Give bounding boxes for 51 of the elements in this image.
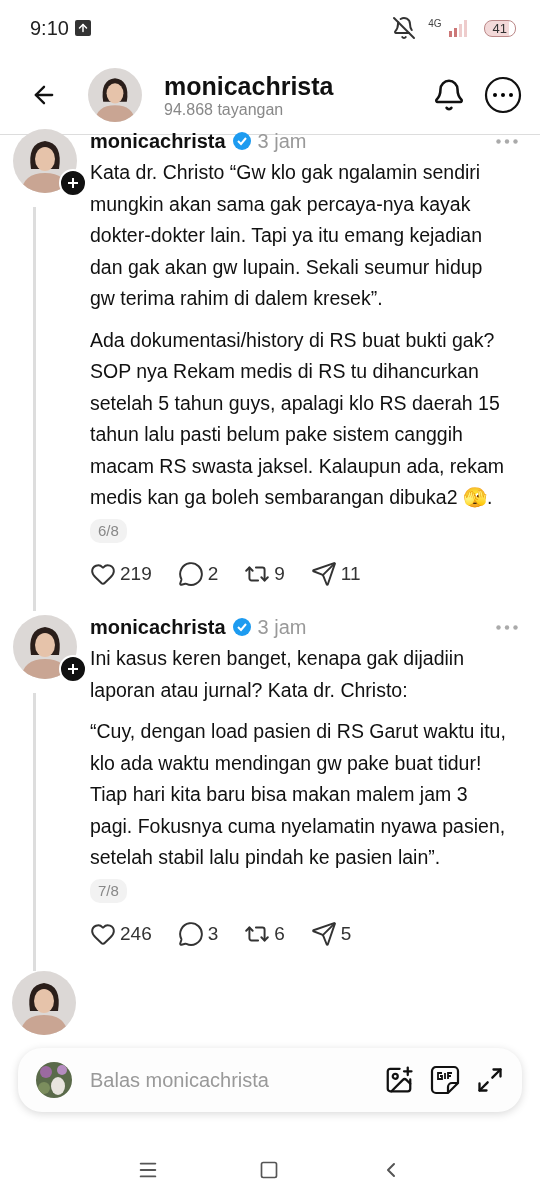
network-type: 4G [428, 18, 442, 29]
gallery-button[interactable] [384, 1065, 414, 1095]
comment-icon [177, 921, 204, 947]
post-time: 3 jam [257, 129, 307, 153]
battery-level: 41 [483, 19, 516, 37]
expand-icon [476, 1066, 504, 1094]
post-time: 3 jam [257, 615, 307, 639]
reply-field[interactable]: Balas monicachrista [88, 1067, 368, 1093]
like-button[interactable]: 246 [90, 921, 152, 947]
author-name[interactable]: monicachrista [90, 129, 226, 153]
like-button[interactable]: 219 [90, 561, 152, 587]
upload-icon [74, 20, 91, 36]
plus-icon [67, 177, 79, 189]
thread-counter: 6/8 [90, 518, 127, 543]
signal-icon [447, 19, 470, 37]
heart-icon [90, 921, 116, 947]
status-time: 9:10 [30, 16, 69, 40]
heart-icon [90, 561, 116, 587]
comment-icon [177, 561, 204, 587]
reply-button[interactable]: 2 [177, 561, 219, 587]
plus-icon [67, 663, 79, 675]
repost-button[interactable]: 9 [244, 561, 285, 587]
image-icon [384, 1065, 414, 1095]
author-name[interactable]: monicachrista [90, 615, 226, 639]
send-icon [310, 921, 337, 947]
ellipsis-icon [496, 138, 518, 144]
notification-button[interactable] [432, 78, 466, 112]
reply-button[interactable]: 3 [177, 921, 219, 947]
share-button[interactable]: 11 [310, 561, 361, 587]
post-text: Ada dokumentasi/history di RS buat bukti gak? SOP nya Rekam medis di RS tu dihancurkan setelah 5 tahun guys, apalagi klo RS daerah 15 tahun lalu pasti belum pake sistem canggih macam RS swasta jaksel. Kalaupun ada, rekam medis kan ga boleh sembarangan dibuka2 🫣. [90, 327, 506, 510]
view-count: 94.868 tayangan [164, 100, 285, 119]
bell-off-icon [392, 16, 417, 40]
post-text: Ini kasus keren banget, kenapa gak dijadiin laporan atau jurnal? Kata dr. Christo: [90, 646, 465, 703]
more-button[interactable] [484, 76, 522, 114]
repost-button[interactable]: 6 [244, 921, 285, 947]
gif-sticker-icon [430, 1065, 460, 1095]
bell-icon [432, 78, 466, 112]
post-text: “Cuy, dengan load pasien di RS Garut waktu itu, klo ada waktu mendingan gw pake buat tidur! Tiap hari kita baru bisa makan malem jam 3 pagi. Fokusnya cuma nyelamatin nyawa pasien, setelah stabil lalu pindah ke pasien lain”. [90, 719, 507, 870]
follow-button[interactable] [59, 655, 87, 683]
ellipsis-icon [496, 624, 518, 630]
home-button[interactable] [259, 1160, 279, 1180]
send-icon [310, 561, 337, 587]
thread-counter: 7/8 [90, 878, 127, 903]
ellipsis-circle-icon [484, 76, 522, 114]
gif-button[interactable] [430, 1065, 460, 1095]
share-button[interactable]: 5 [310, 921, 352, 947]
post-text: Kata dr. Christo “Gw klo gak ngalamin sendiri mungkin akan sama gak percaya-nya kayak dokter-dokter lain. Tapi ya itu emang kejadian dan gak akan gw lupain. Sekali seumur hidup gw terima rahim di dalem kresek”. [90, 160, 484, 311]
profile-name: monicachrista [164, 71, 335, 101]
follow-button[interactable] [59, 169, 87, 197]
square-icon [259, 1160, 279, 1180]
expand-button[interactable] [476, 1066, 504, 1094]
